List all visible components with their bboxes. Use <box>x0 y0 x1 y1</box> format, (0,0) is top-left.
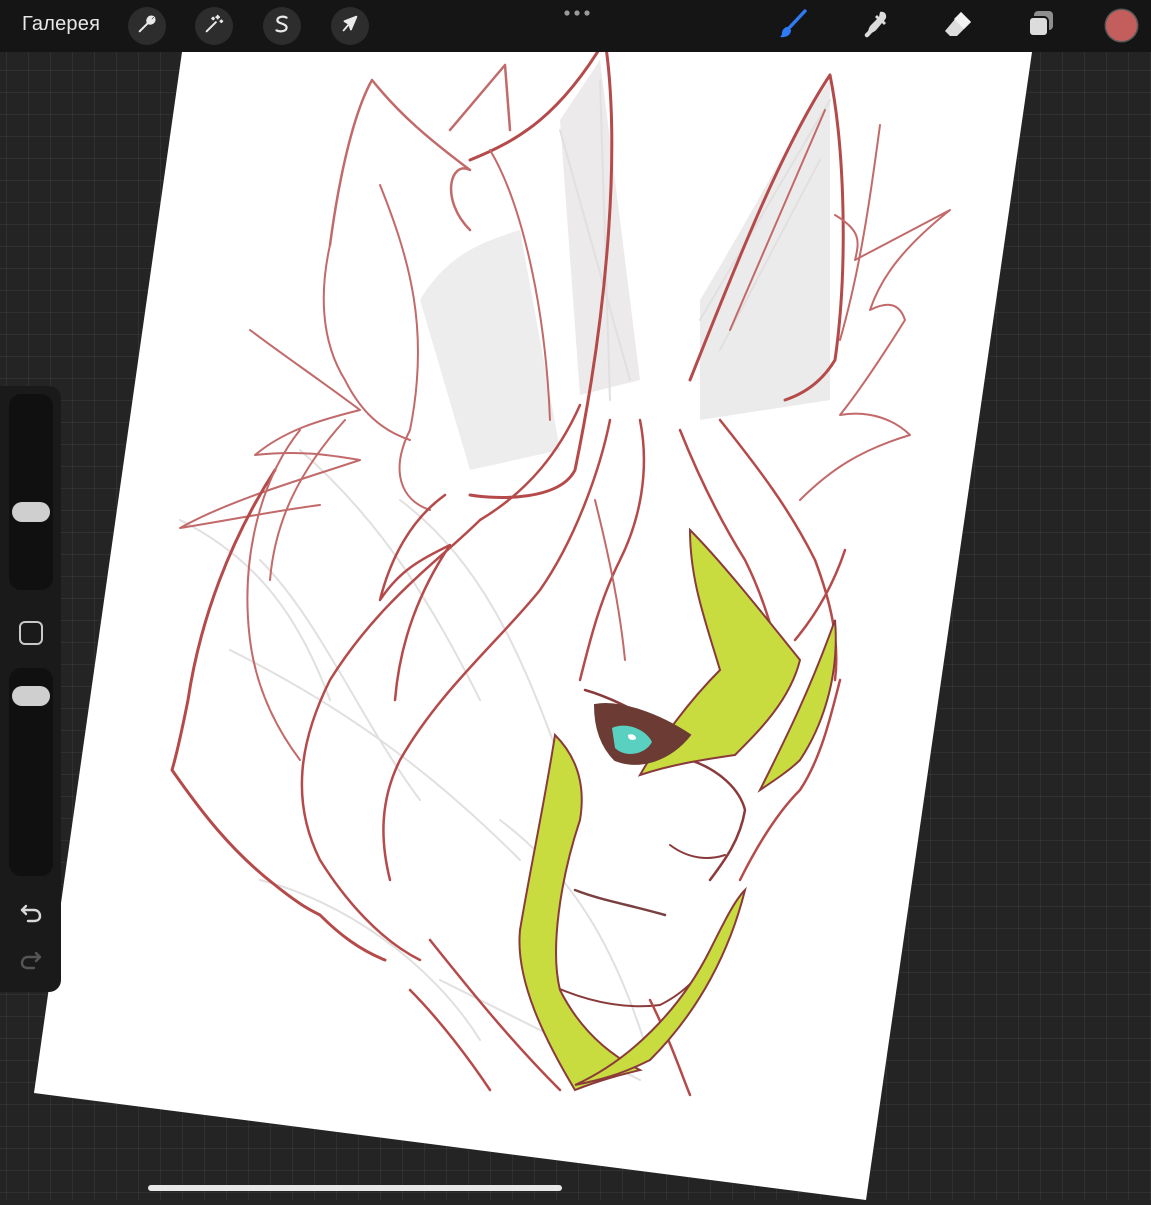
actions-button[interactable] <box>128 7 166 45</box>
brush-size-slider[interactable] <box>9 394 53 590</box>
canvas-paper[interactable] <box>34 52 1032 1200</box>
wrench-icon <box>136 13 158 40</box>
transform-arrow-icon <box>339 13 361 40</box>
redo-button[interactable] <box>17 949 45 975</box>
redo-icon <box>19 949 43 976</box>
drawing-canvas[interactable] <box>0 0 1151 1200</box>
smudge-tool-button[interactable] <box>859 9 893 43</box>
selection-button[interactable] <box>263 7 301 45</box>
sidebar <box>0 386 61 992</box>
undo-button[interactable] <box>17 902 45 928</box>
brush-opacity-thumb[interactable] <box>12 686 50 707</box>
brush-icon <box>777 8 809 45</box>
selection-s-icon <box>271 13 293 40</box>
modify-button[interactable] <box>19 621 43 645</box>
magic-wand-icon <box>203 13 225 40</box>
smudge-icon <box>860 8 892 45</box>
brush-size-thumb[interactable] <box>12 502 50 523</box>
eraser-icon <box>942 8 974 45</box>
adjustments-button[interactable] <box>195 7 233 45</box>
transform-button[interactable] <box>331 7 369 45</box>
layers-button[interactable] <box>1024 9 1058 43</box>
layers-icon <box>1025 8 1057 45</box>
undo-icon <box>19 902 43 929</box>
current-color-swatch[interactable] <box>1106 10 1137 41</box>
brush-tool-button[interactable] <box>776 8 810 45</box>
home-indicator <box>148 1185 562 1191</box>
more-dots-icon <box>563 4 591 22</box>
eraser-tool-button[interactable] <box>941 9 975 43</box>
gallery-button[interactable]: Галерея <box>22 13 100 36</box>
more-options-button[interactable] <box>560 4 594 22</box>
top-toolbar: Галерея <box>0 0 1151 52</box>
